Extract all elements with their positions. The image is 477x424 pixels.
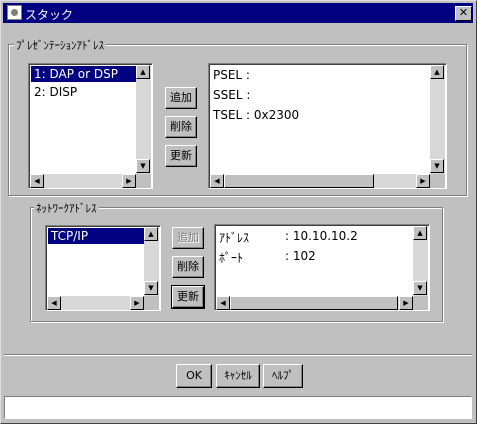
arrow-right-icon: ▶ xyxy=(126,177,132,185)
list-item[interactable]: 1: DAP or DSP xyxy=(31,66,136,82)
close-icon: ✕ xyxy=(458,6,469,19)
presentation-update-button[interactable]: 更新 xyxy=(165,145,197,167)
scroll-corner xyxy=(144,296,159,310)
title-bar[interactable]: スタック ✕ xyxy=(3,3,473,23)
arrow-left-icon: ◀ xyxy=(51,299,57,307)
arrow-up-icon: ▲ xyxy=(148,230,154,238)
scroll-down-button[interactable]: ▼ xyxy=(136,159,150,173)
scroll-left-button[interactable]: ◀ xyxy=(47,296,61,310)
tsel-text: TSEL : 0x2300 xyxy=(213,108,300,122)
arrow-left-icon: ◀ xyxy=(220,299,226,307)
address-key: ｱﾄﾞﾚｽ xyxy=(219,231,250,245)
presentation-info-panel: PSEL : SSEL : TSEL : 0x2300 ▲ ▼ ◀ ▶ xyxy=(208,63,447,189)
scroll-right-button[interactable]: ▶ xyxy=(130,296,144,310)
network-info-hscroll[interactable]: ◀ ▶ xyxy=(216,296,413,310)
scroll-left-button[interactable]: ◀ xyxy=(30,174,44,188)
scroll-right-button[interactable]: ▶ xyxy=(122,174,136,188)
cancel-button[interactable]: ｷｬﾝｾﾙ xyxy=(216,364,260,388)
ssel-text: SSEL : xyxy=(213,88,251,102)
network-delete-button[interactable]: 削除 xyxy=(172,256,204,278)
scroll-left-button[interactable]: ◀ xyxy=(216,296,230,310)
port-value: : 102 xyxy=(285,249,316,263)
network-list[interactable]: TCP/IP ▲ ▼ ◀ ▶ xyxy=(45,225,161,311)
scroll-up-button[interactable]: ▲ xyxy=(144,227,158,241)
arrow-right-icon: ▶ xyxy=(134,299,140,307)
close-button[interactable]: ✕ xyxy=(455,6,472,21)
network-address-legend: ﾈｯﾄﾜｰｸｱﾄﾞﾚｽ xyxy=(34,200,99,216)
network-list-hscroll[interactable]: ◀ ▶ xyxy=(47,296,144,310)
network-info-panel: ｱﾄﾞﾚｽ : 10.10.10.2 ﾎﾟｰﾄ : 102 ▲ ▼ ◀ ▶ xyxy=(214,224,430,311)
arrow-right-icon: ▶ xyxy=(420,177,426,185)
presentation-list[interactable]: 1: DAP or DSP 2: DISP ▲ ▼ ◀ ▶ xyxy=(28,63,153,189)
arrow-down-icon: ▼ xyxy=(417,284,423,292)
scroll-corner xyxy=(136,174,151,188)
arrow-left-icon: ◀ xyxy=(214,177,220,185)
list-item[interactable]: 2: DISP xyxy=(31,84,136,100)
scroll-right-button[interactable]: ▶ xyxy=(416,174,430,188)
port-key: ﾎﾟｰﾄ xyxy=(219,251,244,265)
scroll-corner xyxy=(413,296,428,310)
psel-text: PSEL : xyxy=(213,68,250,82)
footer-divider xyxy=(4,354,472,356)
arrow-up-icon: ▲ xyxy=(434,68,440,76)
presentation-list-vscroll[interactable]: ▲ ▼ xyxy=(136,65,151,174)
arrow-up-icon: ▲ xyxy=(140,68,146,76)
ok-button[interactable]: OK xyxy=(176,364,212,388)
scroll-up-button[interactable]: ▲ xyxy=(430,65,444,79)
scroll-right-button[interactable]: ▶ xyxy=(399,296,413,310)
status-field xyxy=(4,396,472,419)
scroll-left-button[interactable]: ◀ xyxy=(210,174,224,188)
scroll-down-button[interactable]: ▼ xyxy=(430,159,444,173)
presentation-info-vscroll[interactable]: ▲ ▼ xyxy=(430,65,445,174)
address-value: : 10.10.10.2 xyxy=(285,229,358,243)
network-info-vscroll[interactable]: ▲ ▼ xyxy=(413,226,428,296)
presentation-add-button[interactable]: 追加 xyxy=(165,87,197,109)
network-add-button[interactable]: 追加 xyxy=(172,227,204,249)
scroll-up-button[interactable]: ▲ xyxy=(136,65,150,79)
presentation-address-legend: ﾌﾟﾚｾﾞﾝﾃｰｼｮﾝｱﾄﾞﾚｽ xyxy=(14,37,106,53)
arrow-left-icon: ◀ xyxy=(34,177,40,185)
arrow-down-icon: ▼ xyxy=(140,162,146,170)
network-list-vscroll[interactable]: ▲ ▼ xyxy=(144,227,159,296)
presentation-info-hscroll[interactable]: ◀ ▶ xyxy=(210,174,430,188)
scroll-thumb[interactable] xyxy=(224,174,374,188)
presentation-delete-button[interactable]: 削除 xyxy=(165,116,197,138)
scroll-up-button[interactable]: ▲ xyxy=(413,226,427,240)
window-title: スタック xyxy=(25,8,74,22)
scroll-thumb[interactable] xyxy=(230,296,398,310)
help-button[interactable]: ﾍﾙﾌﾟ xyxy=(263,364,303,388)
arrow-down-icon: ▼ xyxy=(148,284,154,292)
arrow-up-icon: ▲ xyxy=(417,229,423,237)
scroll-corner xyxy=(430,174,445,188)
list-item[interactable]: TCP/IP xyxy=(48,228,144,244)
presentation-list-hscroll[interactable]: ◀ ▶ xyxy=(30,174,136,188)
arrow-down-icon: ▼ xyxy=(434,162,440,170)
scroll-down-button[interactable]: ▼ xyxy=(144,281,158,295)
app-icon xyxy=(7,5,22,20)
arrow-right-icon: ▶ xyxy=(403,299,409,307)
network-update-button[interactable]: 更新 xyxy=(171,285,205,309)
scroll-down-button[interactable]: ▼ xyxy=(413,281,427,295)
